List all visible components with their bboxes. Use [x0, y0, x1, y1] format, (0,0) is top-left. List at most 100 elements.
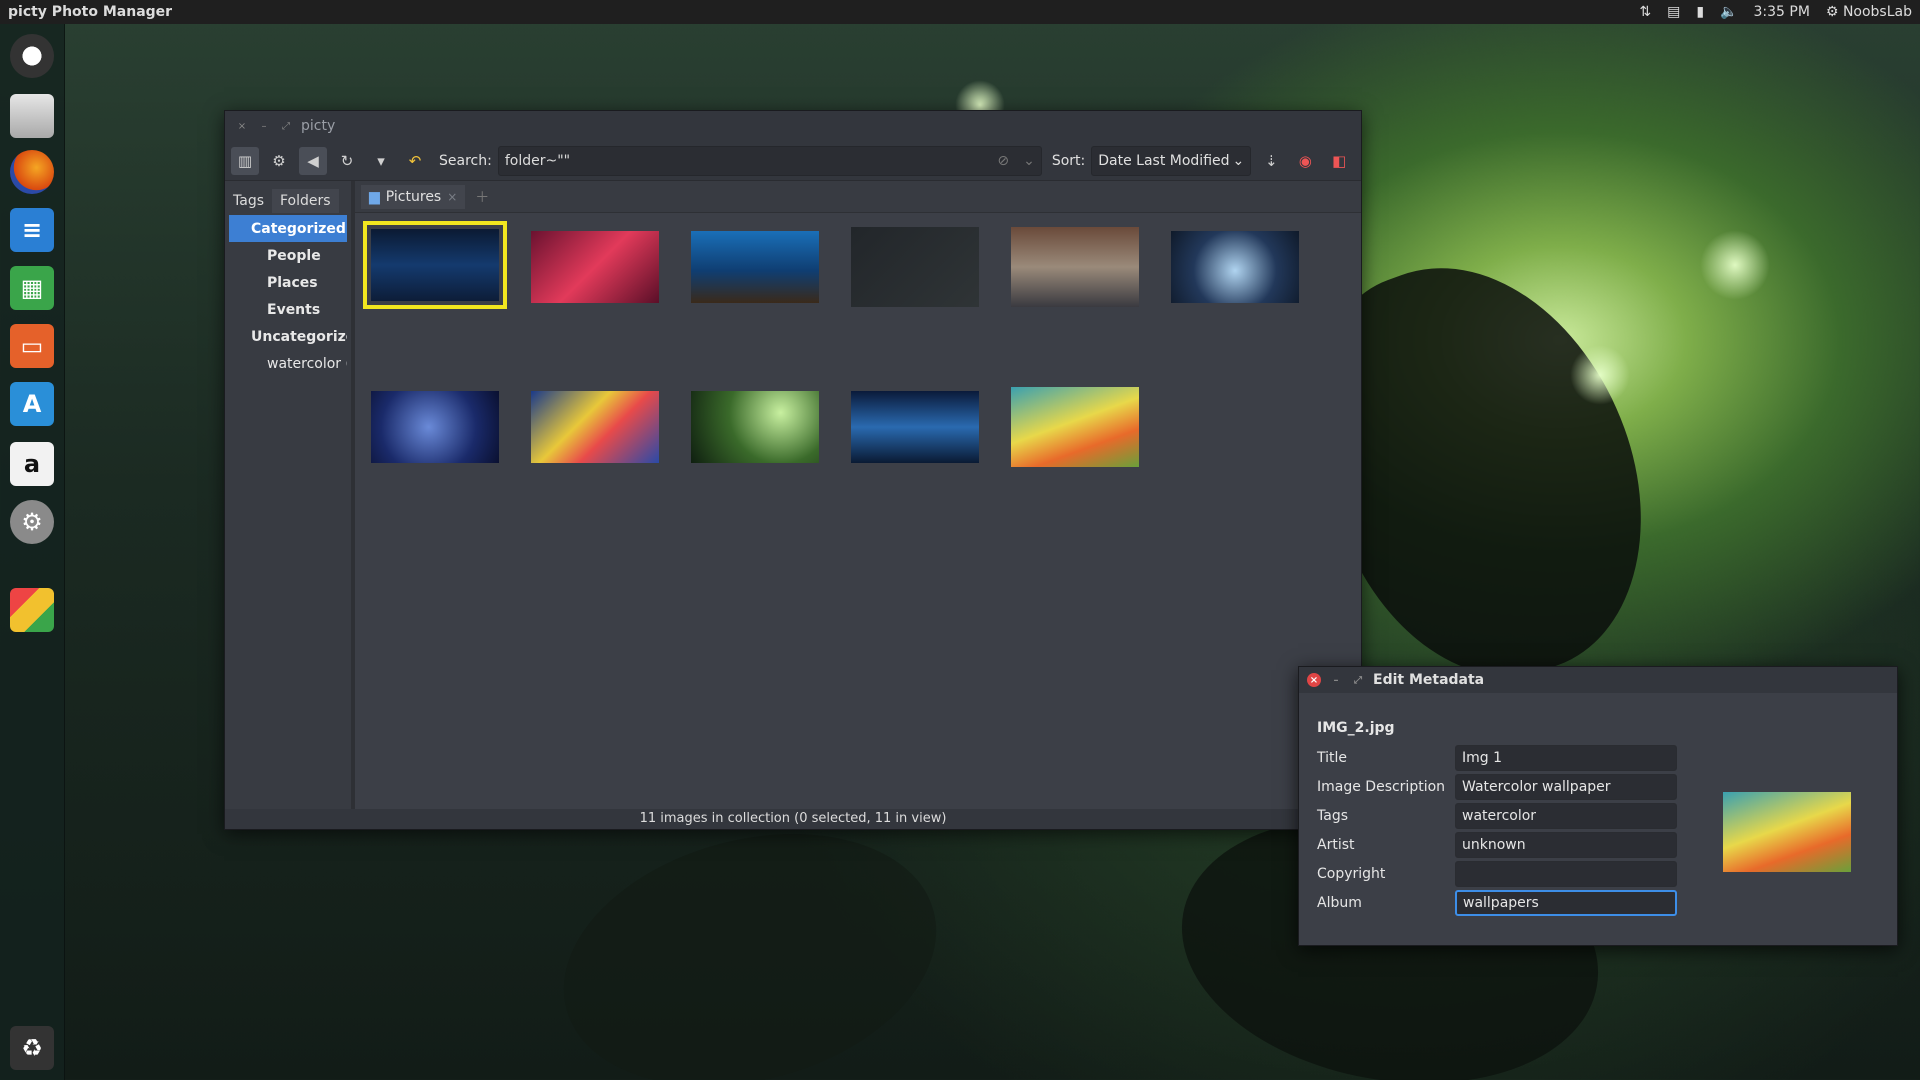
tree-item-uncategorized[interactable]: Uncategorize: [229, 323, 347, 350]
thumbnail-night-city[interactable]: [363, 221, 507, 309]
tab-pictures[interactable]: ▆ Pictures ×: [361, 184, 466, 209]
sort-order-icon[interactable]: ⇣: [1257, 147, 1285, 175]
gear-icon[interactable]: ⚙: [265, 147, 293, 175]
wallpaper-shadow: [535, 794, 965, 1080]
files-icon[interactable]: [10, 94, 54, 138]
user-name: NoobsLab: [1842, 4, 1912, 20]
thumbnail-blue-panda[interactable]: [371, 391, 499, 463]
save-icon[interactable]: ▾: [367, 147, 395, 175]
writer-icon[interactable]: ≡: [10, 208, 54, 252]
search-label: Search:: [439, 152, 492, 169]
tags-label: Tags: [1317, 808, 1348, 824]
thumbnail-triangles[interactable]: [851, 227, 979, 307]
tree-item-people[interactable]: People: [229, 242, 347, 269]
thumbnail-red-forest[interactable]: [531, 231, 659, 303]
gear-icon: ⚙: [1825, 4, 1839, 20]
thumbnail-rainbow-swirl[interactable]: [531, 391, 659, 463]
sidebar-toggle-icon[interactable]: ▥: [231, 146, 259, 175]
session-menu[interactable]: ⚙ NoobsLab: [1826, 4, 1912, 20]
firefox-icon[interactable]: [10, 150, 54, 194]
copyright-field[interactable]: [1455, 861, 1677, 887]
calc-icon[interactable]: ▦: [10, 266, 54, 310]
thumbnail-mountain-lake[interactable]: [851, 391, 979, 463]
album-field[interactable]: wallpapers: [1455, 890, 1677, 916]
search-input[interactable]: folder~"" ⊘ ⌄: [497, 145, 1042, 176]
tab-folders[interactable]: Folders: [272, 189, 339, 213]
close-icon[interactable]: ×: [235, 119, 249, 133]
wallpaper-glow: [1570, 345, 1630, 405]
close-icon[interactable]: ×: [447, 190, 457, 204]
maximize-icon[interactable]: ⤢: [1351, 673, 1365, 687]
sort-label: Sort:: [1051, 152, 1086, 169]
add-tab-icon[interactable]: ＋: [475, 187, 489, 207]
network-icon[interactable]: ⇅: [1639, 4, 1651, 20]
image-preview: [1723, 792, 1851, 872]
window-titlebar: × – ⤢ picty: [225, 111, 1361, 141]
close-icon[interactable]: ×: [1307, 673, 1321, 687]
search-value: folder~"": [504, 152, 571, 169]
tree-item-categorized[interactable]: Categorized: [229, 215, 347, 242]
clear-icon[interactable]: ⊘: [997, 153, 1009, 169]
status-bar: 11 images in collection (0 selected, 11 …: [225, 809, 1361, 829]
tab-pictures-label: Pictures: [385, 188, 442, 205]
top-panel: picty Photo Manager ⇅ ▤ ▮ 🔈 3:35 PM ⚙ No…: [0, 0, 1920, 24]
sort-value: Date Last Modified: [1098, 152, 1230, 169]
content-tabs: ▆ Pictures × ＋: [355, 181, 1361, 213]
dialog-title: Edit Metadata: [1373, 672, 1485, 688]
meta-row-artist: Artist unknown: [1317, 832, 1697, 858]
tree-item-places[interactable]: Places: [229, 269, 347, 296]
back-icon[interactable]: ◀: [299, 146, 327, 175]
title-field[interactable]: Img 1: [1455, 745, 1677, 771]
meta-row-tags: Tags watercolor: [1317, 803, 1697, 829]
minimize-icon[interactable]: –: [1329, 673, 1343, 687]
tab-tags[interactable]: Tags: [225, 189, 272, 213]
battery-icon[interactable]: ▮: [1696, 4, 1704, 20]
trash-icon[interactable]: ♻: [10, 1026, 54, 1070]
tags-field[interactable]: watercolor: [1455, 803, 1677, 829]
artist-field[interactable]: unknown: [1455, 832, 1677, 858]
keyboard-icon[interactable]: ▤: [1667, 4, 1680, 20]
sort-select[interactable]: Date Last Modified ⌄: [1091, 145, 1252, 176]
edit-metadata-dialog: × – ⤢ Edit Metadata IMG_2.jpg Title Img …: [1298, 666, 1898, 946]
artist-label: Artist: [1317, 837, 1355, 853]
thumbnail-watercolor[interactable]: [1011, 387, 1139, 467]
refresh-icon[interactable]: ↻: [333, 147, 361, 175]
dash-icon[interactable]: [10, 34, 54, 78]
album-label: Album: [1317, 895, 1362, 911]
thumbnail-green-cat[interactable]: [691, 391, 819, 463]
software-center-icon[interactable]: A: [10, 382, 54, 426]
window-body: Tags Folders Categorized People Places E…: [225, 181, 1361, 809]
meta-row-copyright: Copyright: [1317, 861, 1697, 887]
window-title: picty: [301, 118, 336, 134]
volume-icon[interactable]: 🔈: [1720, 4, 1737, 20]
picty-main-window: × – ⤢ picty ▥ ⚙ ◀ ↻ ▾ ↶ Search: folder~"…: [224, 110, 1362, 830]
launcher: ≡ ▦ ▭ A a ⚙ ♻: [0, 24, 65, 1080]
clock[interactable]: 3:35 PM: [1754, 4, 1810, 20]
thumbnail-glowing-tree[interactable]: [1171, 231, 1299, 303]
description-field[interactable]: Watercolor wallpaper: [1455, 774, 1677, 800]
active-app-title: picty Photo Manager: [8, 4, 173, 20]
thumbnail-street[interactable]: [1011, 227, 1139, 307]
chevron-down-icon[interactable]: ⌄: [1023, 153, 1035, 169]
sidebar-tabs: Tags Folders: [225, 181, 351, 213]
settings-icon[interactable]: ⚙: [10, 500, 54, 544]
plugin-icon[interactable]: ◉: [1291, 147, 1319, 175]
maximize-icon[interactable]: ⤢: [279, 119, 293, 133]
meta-row-album: Album wallpapers: [1317, 890, 1697, 916]
thumbnail-bokeh-lights[interactable]: [691, 231, 819, 303]
image-browser: ▆ Pictures × ＋: [355, 181, 1361, 809]
tree-item-events[interactable]: Events: [229, 296, 347, 323]
meta-row-description: Image Description Watercolor wallpaper: [1317, 774, 1697, 800]
undo-icon[interactable]: ↶: [401, 147, 429, 175]
minimize-icon[interactable]: –: [257, 119, 271, 133]
description-label: Image Description: [1317, 779, 1446, 795]
folder-icon: ▆: [369, 188, 380, 205]
amazon-icon[interactable]: a: [10, 442, 54, 486]
system-tray: ⇅ ▤ ▮ 🔈 3:35 PM ⚙ NoobsLab: [1639, 4, 1912, 20]
main-toolbar: ▥ ⚙ ◀ ↻ ▾ ↶ Search: folder~"" ⊘ ⌄ Sort: …: [225, 141, 1361, 181]
picty-icon[interactable]: [10, 588, 54, 632]
exit-icon[interactable]: ◧: [1325, 147, 1353, 175]
meta-row-title: Title Img 1: [1317, 745, 1697, 771]
impress-icon[interactable]: ▭: [10, 324, 54, 368]
tree-item-watercolor[interactable]: watercolor (: [229, 350, 347, 377]
